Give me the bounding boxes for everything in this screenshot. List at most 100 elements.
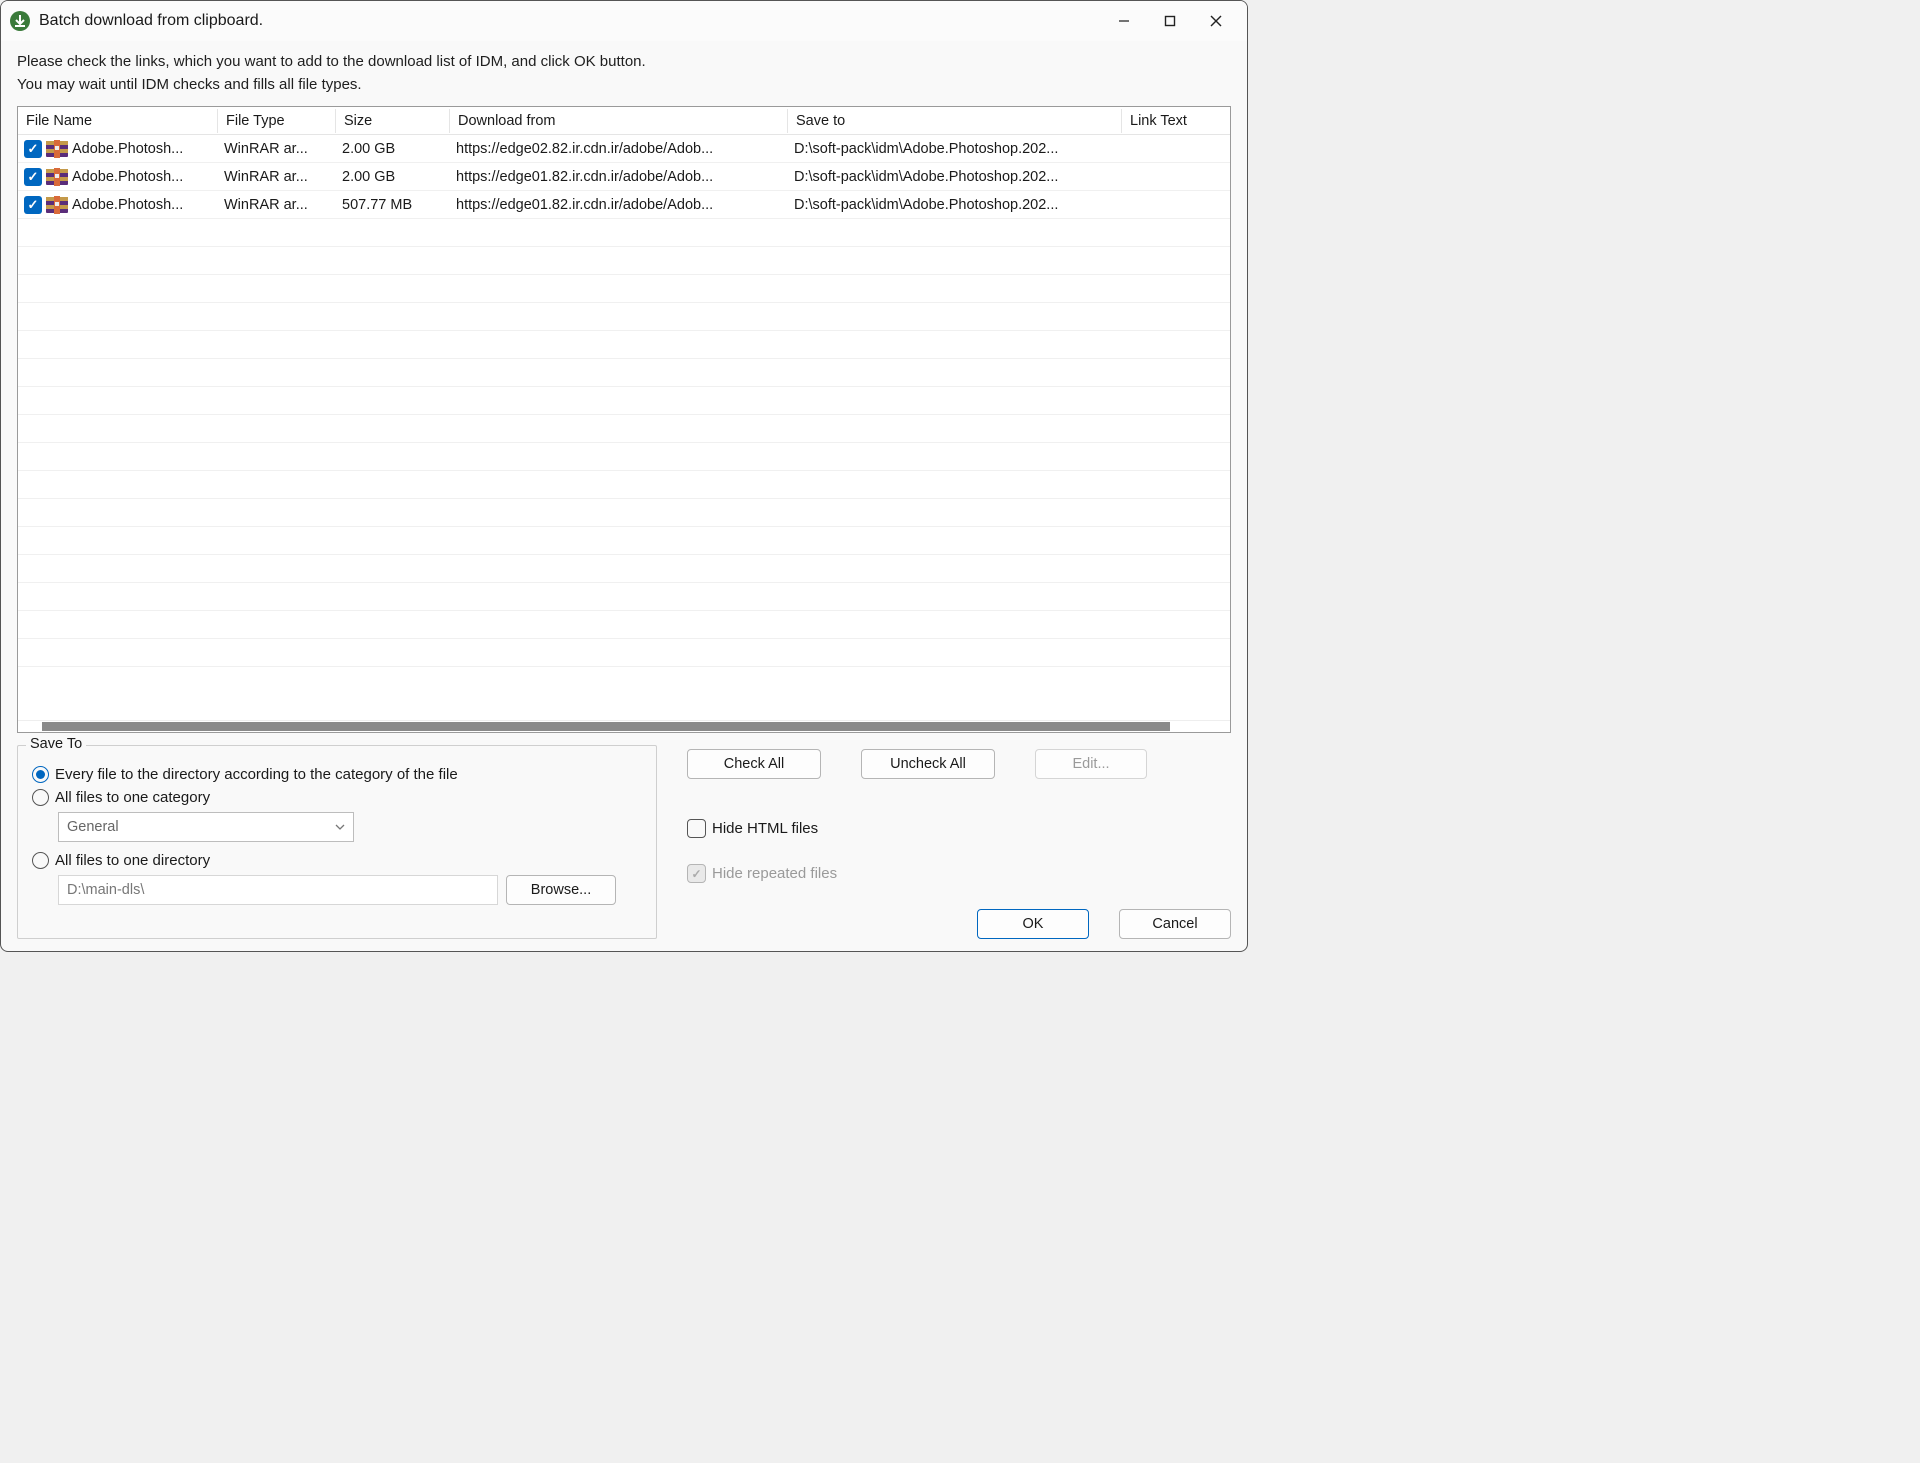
archive-file-icon (45, 167, 69, 187)
table-row[interactable]: Adobe.Photosh... WinRAR ar... 507.77 MB … (18, 191, 1230, 219)
save-to-legend: Save To (26, 736, 86, 752)
dialog-content: Please check the links, which you want t… (1, 41, 1247, 951)
radio-row-per-category[interactable]: Every file to the directory according to… (32, 766, 642, 783)
window-title: Batch download from clipboard. (39, 12, 1101, 30)
table-row[interactable]: Adobe.Photosh... WinRAR ar... 2.00 GB ht… (18, 135, 1230, 163)
col-header-filetype[interactable]: File Type (218, 109, 336, 133)
table-row-empty (18, 415, 1230, 443)
table-row-empty (18, 583, 1230, 611)
cell-save-to: D:\soft-pack\idm\Adobe.Photoshop.202... (788, 139, 1122, 159)
cell-download-from: https://edge02.82.ir.cdn.ir/adobe/Adob..… (450, 139, 788, 159)
table-row-empty (18, 303, 1230, 331)
col-header-size[interactable]: Size (336, 109, 450, 133)
table-row-empty (18, 499, 1230, 527)
radio-icon (32, 766, 49, 783)
table-row-empty (18, 527, 1230, 555)
close-button[interactable] (1193, 5, 1239, 37)
table-row-empty (18, 387, 1230, 415)
filename-text: Adobe.Photosh... (72, 141, 183, 157)
cell-download-from: https://edge01.82.ir.cdn.ir/adobe/Adob..… (450, 195, 788, 215)
cell-filename: Adobe.Photosh... (18, 165, 218, 189)
category-select-row: General (58, 812, 642, 842)
table-row-empty (18, 555, 1230, 583)
table-row-empty (18, 359, 1230, 387)
radio-row-one-category[interactable]: All files to one category (32, 789, 642, 806)
window-controls (1101, 5, 1239, 37)
cell-size: 2.00 GB (336, 167, 450, 187)
filename-text: Adobe.Photosh... (72, 169, 183, 185)
cell-size: 2.00 GB (336, 139, 450, 159)
col-header-filename[interactable]: File Name (18, 109, 218, 133)
directory-input-row: D:\main-dls\ Browse... (58, 875, 642, 905)
cell-link-text (1122, 203, 1230, 207)
instructions-text: Please check the links, which you want t… (17, 51, 1231, 96)
dialog-window: Batch download from clipboard. Please ch… (0, 0, 1248, 952)
table-row[interactable]: Adobe.Photosh... WinRAR ar... 2.00 GB ht… (18, 163, 1230, 191)
checkbox-label: Hide repeated files (712, 865, 837, 882)
edit-button[interactable]: Edit... (1035, 749, 1147, 779)
maximize-button[interactable] (1147, 5, 1193, 37)
horizontal-scrollbar[interactable] (18, 720, 1230, 732)
table-row-empty (18, 471, 1230, 499)
directory-path-value: D:\main-dls\ (67, 882, 144, 898)
cell-download-from: https://edge01.82.ir.cdn.ir/adobe/Adob..… (450, 167, 788, 187)
table-row-empty (18, 331, 1230, 359)
radio-icon (32, 789, 49, 806)
archive-file-icon (45, 139, 69, 159)
hide-html-checkbox-row[interactable]: Hide HTML files (687, 819, 1231, 838)
table-row-empty (18, 219, 1230, 247)
scrollbar-thumb[interactable] (42, 722, 1170, 731)
cell-filetype: WinRAR ar... (218, 195, 336, 215)
cell-size: 507.77 MB (336, 195, 450, 215)
radio-icon (32, 852, 49, 869)
row-checkbox[interactable] (24, 168, 42, 186)
ok-button[interactable]: OK (977, 909, 1089, 939)
table-row-empty (18, 639, 1230, 667)
file-list-table: File Name File Type Size Download from S… (17, 106, 1231, 733)
row-checkbox[interactable] (24, 140, 42, 158)
radio-row-one-directory[interactable]: All files to one directory (32, 852, 642, 869)
right-panel: Check All Uncheck All Edit... Hide HTML … (687, 745, 1231, 939)
cell-filename: Adobe.Photosh... (18, 193, 218, 217)
radio-label: All files to one directory (55, 852, 210, 869)
titlebar: Batch download from clipboard. (1, 1, 1247, 41)
col-header-download-from[interactable]: Download from (450, 109, 788, 133)
instructions-line1: Please check the links, which you want t… (17, 51, 1231, 74)
save-to-group: Save To Every file to the directory acco… (17, 745, 657, 939)
minimize-button[interactable] (1101, 5, 1147, 37)
col-header-save-to[interactable]: Save to (788, 109, 1122, 133)
app-icon (9, 10, 31, 32)
instructions-line2: You may wait until IDM checks and fills … (17, 74, 1231, 97)
col-header-link-text[interactable]: Link Text (1122, 109, 1230, 133)
cell-filetype: WinRAR ar... (218, 139, 336, 159)
category-selected-value: General (67, 819, 119, 835)
table-row-empty (18, 443, 1230, 471)
cell-link-text (1122, 175, 1230, 179)
radio-label: Every file to the directory according to… (55, 766, 458, 783)
table-row-empty (18, 275, 1230, 303)
table-row-empty (18, 611, 1230, 639)
checkbox-icon (687, 819, 706, 838)
bottom-area: Save To Every file to the directory acco… (17, 733, 1231, 939)
chevron-down-icon (335, 824, 345, 830)
table-row-empty (18, 247, 1230, 275)
directory-path-input[interactable]: D:\main-dls\ (58, 875, 498, 905)
checkbox-label: Hide HTML files (712, 820, 818, 837)
cell-save-to: D:\soft-pack\idm\Adobe.Photoshop.202... (788, 167, 1122, 187)
radio-label: All files to one category (55, 789, 210, 806)
browse-button[interactable]: Browse... (506, 875, 616, 905)
check-all-button[interactable]: Check All (687, 749, 821, 779)
table-header: File Name File Type Size Download from S… (18, 107, 1230, 135)
uncheck-all-button[interactable]: Uncheck All (861, 749, 995, 779)
category-select[interactable]: General (58, 812, 354, 842)
checkbox-icon (687, 864, 706, 883)
cancel-button[interactable]: Cancel (1119, 909, 1231, 939)
top-button-row: Check All Uncheck All Edit... (687, 745, 1231, 779)
filename-text: Adobe.Photosh... (72, 197, 183, 213)
row-checkbox[interactable] (24, 196, 42, 214)
table-body[interactable]: Adobe.Photosh... WinRAR ar... 2.00 GB ht… (18, 135, 1230, 720)
dialog-button-row: OK Cancel (687, 909, 1231, 939)
cell-filetype: WinRAR ar... (218, 167, 336, 187)
cell-link-text (1122, 147, 1230, 151)
hide-repeated-checkbox-row: Hide repeated files (687, 864, 1231, 883)
